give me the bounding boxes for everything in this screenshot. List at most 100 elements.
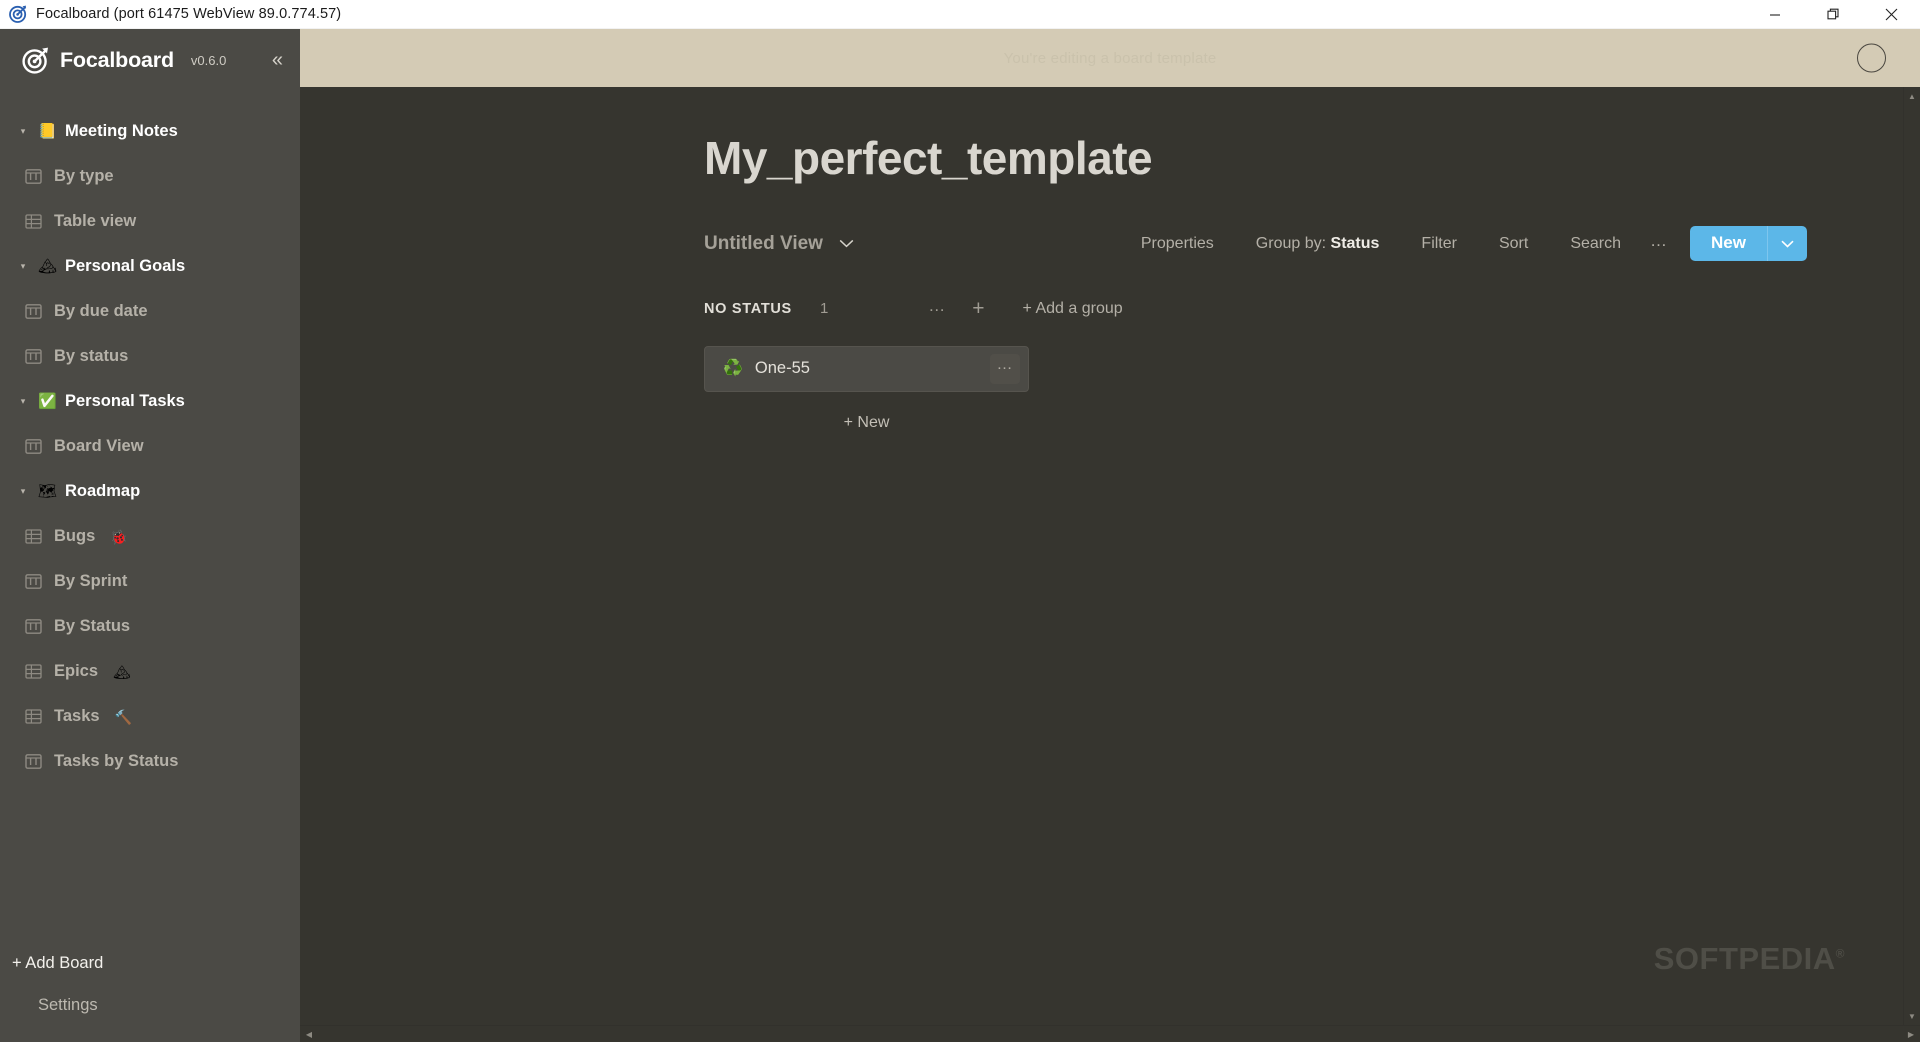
new-card-button-group: New [1690, 226, 1807, 262]
sidebar: Focalboard v0.6.0 « ▾ 📒 Meeting Notes By ty… [0, 29, 300, 1042]
template-banner-text: You're editing a board template [1003, 49, 1217, 67]
softpedia-watermark: SOFTPEDIA® [1654, 941, 1845, 977]
settings-label: Settings [38, 995, 98, 1014]
sidebar-view-board-view[interactable]: Board View [0, 424, 300, 469]
sidebar-view-by-due-date[interactable]: By due date [0, 289, 300, 334]
sidebar-board-label: Personal Tasks [65, 392, 185, 410]
scroll-left-arrow-icon[interactable]: ◀ [300, 1026, 318, 1042]
group-count: 1 [819, 300, 829, 318]
content-wrap: My_perfect_template Untitled View Proper… [300, 87, 1920, 1025]
new-card-button[interactable]: New [1690, 226, 1767, 262]
view-toolbar: Untitled View Properties Group by: Statu… [704, 222, 1903, 266]
scroll-right-arrow-icon[interactable]: ▶ [1902, 1026, 1920, 1042]
view-selector[interactable]: Untitled View [704, 233, 854, 255]
group-by-button[interactable]: Group by: Status [1235, 235, 1401, 253]
board-card[interactable]: ♻️ One-55… [704, 345, 1029, 392]
table-view-icon [22, 528, 44, 545]
card-menu-icon[interactable]: … [990, 353, 1020, 384]
sidebar-footer: + Add Board Settings [0, 942, 300, 1042]
sort-button[interactable]: Sort [1478, 235, 1549, 253]
board-caret-icon[interactable]: ▾ [16, 262, 30, 271]
board-view-icon [22, 753, 44, 770]
table-view-icon [22, 663, 44, 680]
sidebar-view-bugs[interactable]: Bugs 🐞 [0, 514, 300, 559]
watermark-text: SOFTPEDIA [1653, 941, 1836, 976]
sidebar-brand: Focalboard [60, 47, 174, 72]
group-menu-icon[interactable]: … [928, 297, 946, 320]
sidebar-board-personal-tasks[interactable]: ▾ ✅ Personal Tasks [0, 379, 300, 424]
sidebar-board-label: Roadmap [65, 482, 141, 500]
board-caret-icon[interactable]: ▾ [16, 127, 30, 136]
add-group-button[interactable]: + Add a group [1023, 300, 1123, 318]
sidebar-view-label: By due date [54, 302, 148, 320]
sidebar-view-label: Epics [54, 662, 99, 680]
view-selector-label: Untitled View [704, 232, 823, 254]
watermark-mark: ® [1835, 946, 1845, 961]
sidebar-board-label: Meeting Notes [65, 122, 178, 140]
sidebar-collapse-icon[interactable]: « [272, 50, 286, 70]
toolbar-more-icon[interactable]: … [1642, 232, 1680, 255]
board-view-icon [22, 303, 44, 320]
filter-button[interactable]: Filter [1400, 235, 1478, 253]
sidebar-view-tasks[interactable]: Tasks 🔨 [0, 694, 300, 739]
board-view-icon [22, 348, 44, 365]
sidebar-board-roadmap[interactable]: ▾ 🗺 Roadmap [0, 469, 300, 514]
close-icon[interactable] [1862, 0, 1920, 29]
sidebar-view-label: Board View [54, 437, 144, 455]
sidebar-view-label: Tasks [54, 707, 100, 725]
view-emoji-icon: 🔨 [114, 708, 132, 725]
horizontal-scrollbar[interactable]: ◀ ▶ [300, 1025, 1920, 1042]
app-shell: Focalboard v0.6.0 « ▾ 📒 Meeting Notes By ty… [0, 29, 1920, 1042]
minimize-icon[interactable] [1746, 0, 1804, 29]
add-card-button[interactable]: + New [704, 414, 1029, 432]
scroll-down-arrow-icon[interactable]: ▼ [1904, 1007, 1920, 1025]
properties-button[interactable]: Properties [1120, 235, 1235, 253]
sidebar-view-label: By Status [54, 617, 131, 635]
sidebar-view-by-status[interactable]: By status [0, 334, 300, 379]
sidebar-board-personal-goals[interactable]: ▾ 🏔 Personal Goals [0, 244, 300, 289]
search-button[interactable]: Search [1549, 235, 1642, 253]
window-titlebar: Focalboard (port 61475 WebView 89.0.774.… [0, 0, 1920, 29]
group-title[interactable]: NO STATUS [704, 301, 792, 317]
table-view-icon [22, 708, 44, 725]
sidebar-view-label: Bugs [54, 527, 96, 545]
sidebar-view-label: By status [54, 347, 129, 365]
main-area: You're editing a board template My_perfe… [300, 29, 1920, 1042]
sidebar-view-by-type[interactable]: By type [0, 154, 300, 199]
board-caret-icon[interactable]: ▾ [16, 397, 30, 406]
focalboard-logo-icon [22, 47, 49, 74]
sidebar-view-label: Tasks by Status [54, 752, 179, 770]
board-view-icon [22, 168, 44, 185]
board-groups: NO STATUS 1 … + + Add a group ♻️ One-55 … + New [704, 292, 1903, 432]
user-avatar[interactable] [1857, 43, 1886, 73]
restore-icon[interactable] [1804, 0, 1862, 29]
sidebar-board-list: ▾ 📒 Meeting Notes By type Table view ▾ 🏔 Person… [0, 91, 300, 942]
settings-button[interactable]: Settings [0, 984, 300, 1026]
sidebar-view-epics[interactable]: Epics 🏔 [0, 649, 300, 694]
vertical-scroll-track[interactable] [1904, 105, 1920, 1007]
page-title[interactable]: My_perfect_template [704, 133, 1903, 184]
sidebar-view-tasks-by-status[interactable]: Tasks by Status [0, 739, 300, 784]
sidebar-view-by-status[interactable]: By Status [0, 604, 300, 649]
view-emoji-icon: 🐞 [110, 528, 128, 545]
sidebar-board-meeting-notes[interactable]: ▾ 📒 Meeting Notes [0, 109, 300, 154]
board-emoji-icon: ✅ [38, 393, 57, 410]
card-emoji-icon: ♻️ [723, 359, 743, 377]
sidebar-view-table-view[interactable]: Table view [0, 199, 300, 244]
board-content: My_perfect_template Untitled View Proper… [300, 87, 1903, 1025]
board-view-icon [22, 573, 44, 590]
board-group: NO STATUS 1 … + + Add a group ♻️ One-55 … + New [704, 292, 1903, 432]
window-controls [1746, 0, 1920, 29]
vertical-scrollbar[interactable]: ▲ ▼ [1903, 87, 1920, 1025]
new-card-dropdown-chevron-down-icon[interactable] [1767, 226, 1807, 262]
board-caret-icon[interactable]: ▾ [16, 487, 30, 496]
add-board-button[interactable]: + Add Board [0, 942, 300, 984]
sidebar-view-by-sprint[interactable]: By Sprint [0, 559, 300, 604]
focalboard-target-icon [9, 5, 27, 23]
scroll-up-arrow-icon[interactable]: ▲ [1904, 87, 1920, 105]
group-add-card-icon[interactable]: + [972, 298, 984, 319]
view-emoji-icon: 🏔 [113, 663, 131, 680]
sidebar-view-label: By type [54, 167, 114, 185]
board-emoji-icon: 🗺 [38, 483, 58, 500]
table-view-icon [22, 213, 44, 230]
